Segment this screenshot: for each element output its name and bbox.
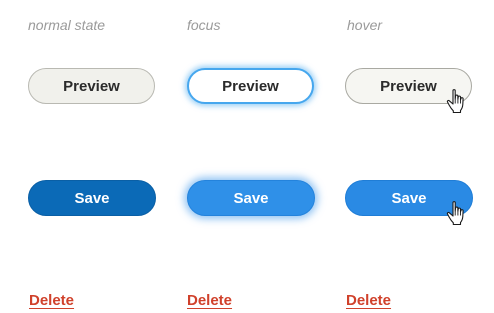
state-label-hover: hover [347,17,383,33]
state-label-normal: normal state [28,17,106,33]
save-button-focus[interactable]: Save [187,180,315,216]
preview-button-normal[interactable]: Preview [28,68,155,104]
delete-link-hover[interactable]: Delete [346,292,391,310]
delete-link-focus[interactable]: Delete [187,292,232,310]
preview-button-focus[interactable]: Preview [187,68,314,104]
preview-button-hover[interactable]: Preview [345,68,472,104]
button-states-demo: normal state focus hover Preview Preview… [0,0,494,313]
delete-link-normal[interactable]: Delete [29,292,74,310]
save-button-hover[interactable]: Save [345,180,473,216]
save-button-normal[interactable]: Save [28,180,156,216]
state-label-focus: focus [187,17,221,33]
